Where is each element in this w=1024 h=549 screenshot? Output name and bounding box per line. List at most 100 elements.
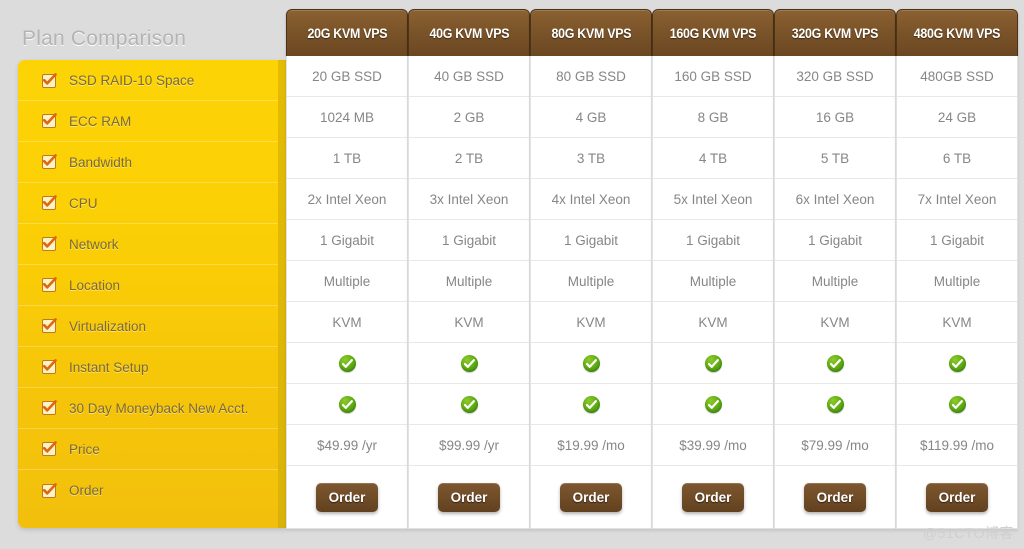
cell-value: 40 GB SSD [434, 68, 504, 84]
cell-cpu: 4x Intel Xeon [531, 179, 651, 220]
cell-value: 2 TB [454, 150, 484, 166]
plan-cells: 80 GB SSD 4 GB 3 TB 4x Intel Xeon 1 Gigabit M… [530, 56, 652, 529]
cell-network: 1 Gigabit [531, 220, 651, 261]
plan-column: 480G KVM VPS 480GB SSD 24 GB 6 TB 7x Intel X… [896, 0, 1018, 529]
cell-value: Multiple [933, 273, 981, 289]
cell-value: Multiple [323, 273, 371, 289]
cell-order: Order [897, 466, 1017, 528]
cell-value: KVM [576, 314, 606, 330]
green-check-icon [704, 395, 722, 413]
feature-label: Bandwidth [69, 154, 133, 170]
green-check-icon [338, 354, 356, 372]
cell-moneyback [531, 384, 651, 425]
plan-name: 160G KVM VPS [669, 25, 757, 41]
plan-header-2[interactable]: 40G KVM VPS [408, 9, 530, 56]
cell-network: 1 Gigabit [897, 220, 1017, 261]
plan-header-6[interactable]: 480G KVM VPS [896, 9, 1018, 56]
order-button[interactable]: Order [804, 482, 866, 512]
cell-value: 3 TB [576, 150, 606, 166]
plan-column: 320G KVM VPS 320 GB SSD 16 GB 5 TB 6x Intel … [774, 0, 896, 529]
cell-value: 1 TB [332, 150, 362, 166]
order-button[interactable]: Order [560, 482, 622, 512]
feature-row: ECC RAM [18, 101, 286, 142]
plan-header-3[interactable]: 80G KVM VPS [530, 9, 652, 56]
cell-value: KVM [454, 314, 484, 330]
cell-network: 1 Gigabit [409, 220, 529, 261]
cell-value: 1 Gigabit [563, 232, 619, 248]
cell-value: 1 Gigabit [685, 232, 741, 248]
cell-value: $119.99 /mo [919, 437, 995, 453]
cell-value: 5 TB [820, 150, 850, 166]
cell-price: $19.99 /mo [531, 425, 651, 466]
cell-cpu: 3x Intel Xeon [409, 179, 529, 220]
cell-value: Multiple [567, 273, 615, 289]
plan-header-4[interactable]: 160G KVM VPS [652, 9, 774, 56]
cell-location: Multiple [653, 261, 773, 302]
green-check-icon [826, 395, 844, 413]
cell-ram: 16 GB [775, 97, 895, 138]
plan-name: 320G KVM VPS [791, 25, 879, 41]
plan-name: 20G KVM VPS [307, 25, 387, 41]
order-button[interactable]: Order [316, 482, 378, 512]
feature-label: Instant Setup [69, 359, 149, 375]
cell-bandwidth: 2 TB [409, 138, 529, 179]
page-title: Plan Comparison [22, 27, 187, 50]
cell-price: $99.99 /yr [409, 425, 529, 466]
plan-name: 480G KVM VPS [913, 25, 1001, 41]
plan-cells: 20 GB SSD 1024 MB 1 TB 2x Intel Xeon 1 Gigab… [286, 56, 408, 529]
cell-network: 1 Gigabit [653, 220, 773, 261]
checkbox-checked-icon [42, 400, 57, 415]
feature-label: 30 Day Moneyback New Acct. [69, 400, 249, 416]
cell-value: 1 Gigabit [319, 232, 375, 248]
cell-value: 5x Intel Xeon [673, 191, 753, 207]
cell-network: 1 Gigabit [287, 220, 407, 261]
cell-moneyback [287, 384, 407, 425]
cell-virtualization: KVM [287, 302, 407, 343]
cell-instant_setup [409, 343, 529, 384]
feature-row: 30 Day Moneyback New Acct. [18, 388, 286, 429]
plan-column: 80G KVM VPS 80 GB SSD 4 GB 3 TB 4x Intel Xeo… [530, 0, 652, 529]
feature-label: Location [69, 277, 121, 293]
cell-virtualization: KVM [531, 302, 651, 343]
cell-order: Order [775, 466, 895, 528]
cell-value: 1 Gigabit [441, 232, 497, 248]
cell-value: 480GB SSD [920, 68, 994, 84]
cell-value: 4x Intel Xeon [551, 191, 631, 207]
feature-label: Order [69, 483, 104, 498]
cell-ram: 24 GB [897, 97, 1017, 138]
cell-value: Multiple [689, 273, 737, 289]
cell-instant_setup [531, 343, 651, 384]
cell-value: 6 TB [942, 150, 972, 166]
plan-cells: 320 GB SSD 16 GB 5 TB 6x Intel Xeon 1 Gigabi… [774, 56, 896, 529]
order-button[interactable]: Order [682, 482, 744, 512]
cell-instant_setup [653, 343, 773, 384]
plan-column: 40G KVM VPS 40 GB SSD 2 GB 2 TB 3x Intel Xeo… [408, 0, 530, 529]
cell-network: 1 Gigabit [775, 220, 895, 261]
cell-value: 320 GB SSD [796, 68, 874, 84]
cell-value: Multiple [445, 273, 493, 289]
green-check-icon [948, 395, 966, 413]
cell-order: Order [531, 466, 651, 528]
cell-value: 80 GB SSD [556, 68, 626, 84]
cell-ssd: 20 GB SSD [287, 56, 407, 97]
cell-value: KVM [332, 314, 362, 330]
plan-header-1[interactable]: 20G KVM VPS [286, 9, 408, 56]
cell-value: 16 GB [815, 109, 855, 125]
cell-moneyback [897, 384, 1017, 425]
cell-value: KVM [698, 314, 728, 330]
cell-value: 1024 MB [319, 109, 375, 125]
cell-value: $99.99 /yr [438, 437, 500, 453]
cell-virtualization: KVM [653, 302, 773, 343]
plan-header-5[interactable]: 320G KVM VPS [774, 9, 896, 56]
cell-value: KVM [820, 314, 850, 330]
cell-value: KVM [942, 314, 972, 330]
feature-row: Virtualization [18, 306, 286, 347]
cell-moneyback [775, 384, 895, 425]
cell-bandwidth: 5 TB [775, 138, 895, 179]
order-button[interactable]: Order [438, 482, 500, 512]
order-button[interactable]: Order [926, 482, 988, 512]
cell-value: 4 GB [575, 109, 607, 125]
cell-price: $39.99 /mo [653, 425, 773, 466]
cell-order: Order [409, 466, 529, 528]
plan-columns: 20G KVM VPS 20 GB SSD 1024 MB 1 TB 2x Intel … [286, 0, 1018, 529]
